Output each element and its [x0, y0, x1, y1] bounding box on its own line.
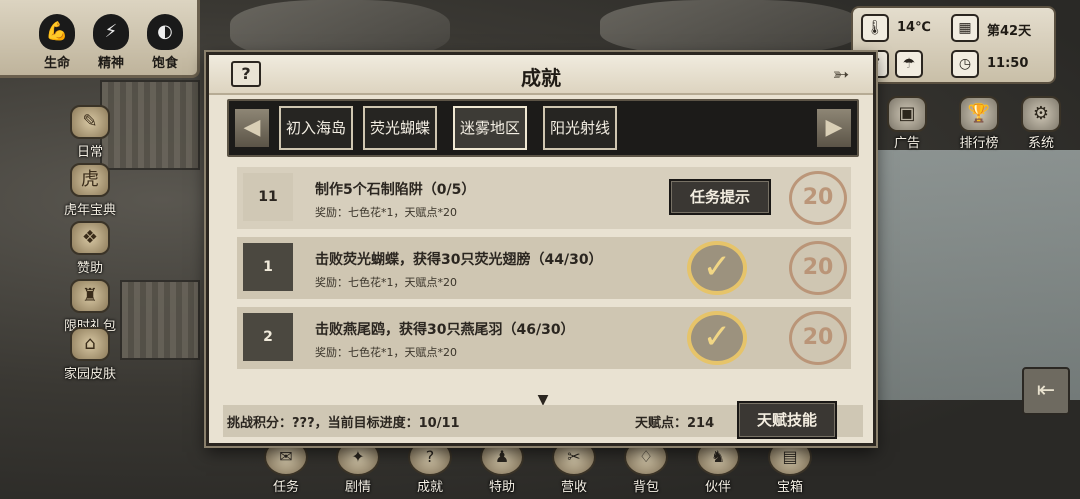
talent-points: 天赋点：214: [635, 416, 715, 431]
tab-next-arrow[interactable]: ▶: [817, 109, 851, 147]
mist-area: [850, 150, 1080, 400]
nav-label: 特助: [488, 480, 515, 495]
points-badge: 20: [789, 241, 847, 295]
task-hint-button[interactable]: 任务提示: [669, 179, 771, 215]
category-tab-bar: ◀ 初入海岛 荧光蝴蝶 迷雾地区 阳光射线 ▶: [227, 99, 859, 157]
menu-ads[interactable]: ▣ 广告: [872, 96, 942, 151]
clock-icon: ◷: [951, 50, 979, 78]
nav-revenue[interactable]: ✂ 营收: [544, 438, 604, 495]
menu-label: 排行榜: [959, 136, 999, 151]
thermometer-icon: 🌡: [861, 14, 889, 42]
menu-label: 赞助: [76, 261, 103, 276]
nav-quest[interactable]: ✉ 任务: [256, 438, 316, 495]
menu-label: 家园皮肤: [63, 367, 116, 382]
achievement-number: 1: [243, 243, 293, 291]
time-value: 11:50: [987, 56, 1029, 71]
quill-icon: ✎: [70, 105, 110, 139]
world-info-panel: 🌡 14℃ ▦ 第42天 ❦ ☂ ◷ 11:50: [851, 6, 1056, 84]
stat-health[interactable]: 💪 生命: [32, 14, 82, 71]
nav-label: 营收: [560, 480, 587, 495]
achievement-number: 2: [243, 313, 293, 361]
tab-mist-area[interactable]: 迷雾地区: [453, 106, 527, 150]
stat-hunger[interactable]: ◐ 饱食: [140, 14, 190, 71]
gift-bag-icon: ♜: [70, 279, 110, 313]
menu-label: 日常: [76, 145, 103, 160]
nav-achievement[interactable]: ? 成就: [400, 438, 460, 495]
menu-home-skin[interactable]: ⌂ 家园皮肤: [40, 327, 140, 382]
gear-icon: ⚙: [1021, 96, 1061, 132]
trophy-icon: 🏆: [959, 96, 999, 132]
completed-check-icon: ✓: [687, 311, 747, 365]
temperature-value: 14℃: [897, 20, 931, 35]
tab-glow-butterfly[interactable]: 荧光蝴蝶: [363, 106, 437, 150]
dialog-title: 成就: [521, 66, 561, 90]
achievement-number: 11: [243, 173, 293, 221]
achievement-title: 击败燕尾鸥，获得30只燕尾羽（46/30）: [315, 322, 575, 338]
nav-label: 伙伴: [704, 480, 731, 495]
achievement-row: 2 击败燕尾鸥，获得30只燕尾羽（46/30） 奖励：七色花*1，天赋点*20 …: [237, 307, 851, 369]
nav-backpack[interactable]: ♢ 背包: [616, 438, 676, 495]
stomach-icon: ◐: [147, 14, 183, 50]
calendar-icon: ▦: [951, 14, 979, 42]
menu-label: 广告: [893, 136, 920, 151]
close-button[interactable]: ➳: [809, 61, 873, 87]
dialog-header: ? 成就 ➳: [209, 55, 873, 95]
stat-spirit[interactable]: ⚡ 精神: [86, 14, 136, 71]
stat-label: 饱食: [151, 56, 178, 71]
stat-label: 精神: [97, 56, 124, 71]
menu-limited-gift[interactable]: ♜ 限时礼包: [40, 279, 140, 334]
tab-prev-arrow[interactable]: ◀: [235, 109, 269, 147]
menu-label: 虎年宝典: [63, 203, 116, 218]
tiger-icon: 虎: [70, 163, 110, 197]
achievement-row: 11 制作5个石制陷阱（0/5） 奖励：七色花*1，天赋点*20 任务提示 20: [237, 167, 851, 229]
achievement-reward: 奖励：七色花*1，天赋点*20: [315, 276, 457, 289]
player-stats-panel: 💪 生命 ⚡ 精神 ◐ 饱食: [0, 0, 200, 78]
points-badge: 20: [789, 171, 847, 225]
menu-tiger-guide[interactable]: 虎 虎年宝典: [40, 163, 140, 218]
nav-label: 成就: [416, 480, 443, 495]
day-counter: 第42天: [987, 24, 1032, 39]
nav-companion[interactable]: ♞ 伙伴: [688, 438, 748, 495]
running-man-icon: ⇤: [1036, 378, 1056, 403]
weather-rain-icon: ☂: [895, 50, 923, 78]
menu-label: 系统: [1027, 136, 1054, 151]
achievement-reward: 奖励：七色花*1，天赋点*20: [315, 346, 457, 359]
stat-label: 生命: [43, 56, 70, 71]
nav-label: 背包: [632, 480, 659, 495]
menu-sponsor[interactable]: ❖ 赞助: [40, 221, 140, 276]
achievement-row: 1 击败荧光蝴蝶，获得30只荧光翅膀（44/30） 奖励：七色花*1，天赋点*2…: [237, 237, 851, 299]
exit-button[interactable]: ⇤: [1022, 367, 1070, 415]
bottom-navigation: ✉ 任务 ✦ 剧情 ? 成就 ♟ 特助 ✂ 营收 ♢ 背包 ♞ 伙伴 ▤ 宝箱: [250, 438, 850, 499]
nav-helper[interactable]: ♟ 特助: [472, 438, 532, 495]
rock-decoration: [230, 0, 450, 60]
chevron-right-icon: ▶: [825, 115, 843, 140]
spearhead-close-icon: ➳: [832, 62, 850, 86]
nav-label: 宝箱: [776, 480, 803, 495]
challenge-progress: 挑战积分：???，当前目标进度：10/11: [227, 416, 460, 431]
tab-sun-ray[interactable]: 阳光射线: [543, 106, 617, 150]
achievement-title: 击败荧光蝴蝶，获得30只荧光翅膀（44/30）: [315, 252, 603, 268]
nav-label: 剧情: [344, 480, 371, 495]
brain-lightning-icon: ⚡: [93, 14, 129, 50]
winged-chest-icon: ❖: [70, 221, 110, 255]
achievement-reward: 奖励：七色花*1，天赋点*20: [315, 206, 457, 219]
menu-daily[interactable]: ✎ 日常: [40, 105, 140, 160]
tab-first-island[interactable]: 初入海岛: [279, 106, 353, 150]
nav-label: 任务: [272, 480, 299, 495]
nav-story[interactable]: ✦ 剧情: [328, 438, 388, 495]
ad-chest-icon: ▣: [887, 96, 927, 132]
nav-treasure[interactable]: ▤ 宝箱: [760, 438, 820, 495]
chevron-left-icon: ◀: [243, 115, 261, 140]
rock-decoration: [600, 0, 860, 55]
muscle-icon: 💪: [39, 14, 75, 50]
achievement-title: 制作5个石制陷阱（0/5）: [315, 182, 476, 198]
talent-skill-button[interactable]: 天赋技能: [737, 401, 837, 439]
menu-leaderboard[interactable]: 🏆 排行榜: [944, 96, 1014, 151]
achievement-dialog: ? 成就 ➳ ◀ 初入海岛 荧光蝴蝶 迷雾地区 阳光射线 ▶ 11 制作5个石制…: [206, 52, 876, 446]
completed-check-icon: ✓: [687, 241, 747, 295]
points-badge: 20: [789, 311, 847, 365]
menu-system[interactable]: ⚙ 系统: [1006, 96, 1076, 151]
house-icon: ⌂: [70, 327, 110, 361]
